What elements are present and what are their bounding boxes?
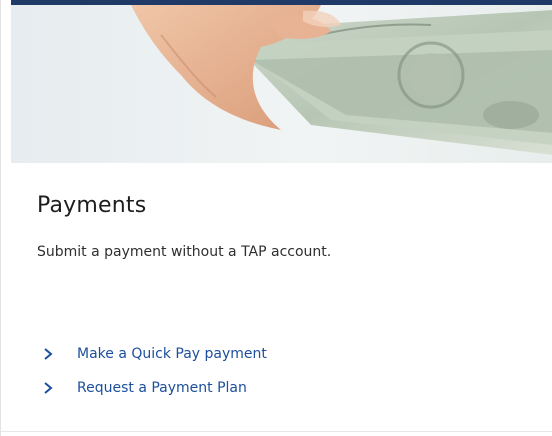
payment-links-list: Make a Quick Pay payment Request a Payme… [41, 337, 267, 405]
divider [1, 431, 552, 432]
payments-card: Payments Submit a payment without a TAP … [0, 0, 552, 436]
quick-pay-link[interactable]: Make a Quick Pay payment [41, 337, 267, 371]
quick-pay-link-label: Make a Quick Pay payment [77, 346, 267, 362]
payment-plan-link[interactable]: Request a Payment Plan [41, 371, 267, 405]
payments-description: Submit a payment without a TAP account. [37, 244, 332, 260]
page-title: Payments [37, 193, 147, 218]
money-in-hand-illustration [11, 5, 552, 163]
chevron-right-icon [41, 382, 55, 394]
chevron-right-icon [41, 348, 55, 360]
payment-plan-link-label: Request a Payment Plan [77, 380, 247, 396]
hero-image [11, 0, 552, 163]
